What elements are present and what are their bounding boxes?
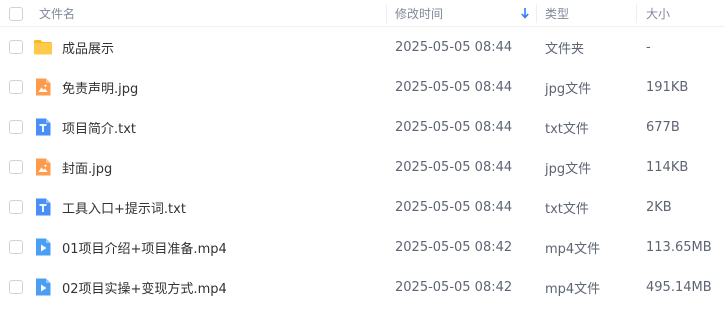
file-size: 114KB xyxy=(646,159,689,175)
file-type: 文件夹 xyxy=(545,41,585,57)
select-all-checkbox[interactable] xyxy=(9,0,23,27)
folder-icon xyxy=(33,37,53,57)
video-file-icon xyxy=(33,237,53,257)
file-row[interactable]: 01项目介绍+项目准备.mp4 2025-05-05 08:42 mp4文件 113.… xyxy=(0,227,725,267)
column-divider[interactable] xyxy=(386,4,387,23)
row-checkbox[interactable] xyxy=(9,27,23,67)
video-file-icon xyxy=(33,277,53,297)
column-divider[interactable] xyxy=(636,4,637,23)
file-size: 677B xyxy=(646,119,680,135)
table-header: 文件名 修改时间 类型 大小 xyxy=(0,0,725,27)
file-type: txt文件 xyxy=(545,121,589,137)
file-size: 113.65MB xyxy=(646,239,712,255)
file-row[interactable]: 封面.jpg 2025-05-05 08:44 jpg文件 114KB xyxy=(0,147,725,187)
file-modified-time: 2025-05-05 08:44 xyxy=(395,119,513,135)
file-type: mp4文件 xyxy=(545,281,601,297)
file-size: - xyxy=(646,39,651,55)
file-row[interactable]: 免责声明.jpg 2025-05-05 08:44 jpg文件 191KB xyxy=(0,67,725,107)
file-type: jpg文件 xyxy=(545,81,592,97)
file-name[interactable]: 01项目介绍+项目准备.mp4 xyxy=(62,227,227,267)
file-row[interactable]: 项目简介.txt 2025-05-05 08:44 txt文件 677B xyxy=(0,107,725,147)
file-name[interactable]: 免责声明.jpg xyxy=(62,67,138,107)
column-divider[interactable] xyxy=(536,4,537,23)
file-size: 495.14MB xyxy=(646,279,712,295)
text-file-icon xyxy=(33,197,53,217)
file-row[interactable]: 02项目实操+变现方式.mp4 2025-05-05 08:42 mp4文件 495.… xyxy=(0,267,725,307)
row-checkbox[interactable] xyxy=(9,107,23,147)
file-modified-time: 2025-05-05 08:44 xyxy=(395,39,513,55)
column-header-size[interactable]: 大小 xyxy=(646,0,670,27)
text-file-icon xyxy=(33,117,53,137)
column-header-type[interactable]: 类型 xyxy=(545,0,569,27)
file-name[interactable]: 封面.jpg xyxy=(62,147,112,187)
file-modified-time: 2025-05-05 08:42 xyxy=(395,279,513,295)
file-type: jpg文件 xyxy=(545,161,592,177)
file-type: txt文件 xyxy=(545,201,589,217)
file-row[interactable]: 工具入口+提示词.txt 2025-05-05 08:44 txt文件 2KB xyxy=(0,187,725,227)
file-name[interactable]: 项目简介.txt xyxy=(62,107,136,147)
file-name[interactable]: 02项目实操+变现方式.mp4 xyxy=(62,267,227,307)
file-name[interactable]: 成品展示 xyxy=(62,27,114,67)
file-row[interactable]: 成品展示 2025-05-05 08:44 文件夹 - xyxy=(0,27,725,67)
file-list-table: 文件名 修改时间 类型 大小 成品展示 2025-05-05 08:44 文件夹 - 免… xyxy=(0,0,725,312)
file-modified-time: 2025-05-05 08:44 xyxy=(395,159,513,175)
file-modified-time: 2025-05-05 08:44 xyxy=(395,199,513,215)
image-file-icon xyxy=(33,77,53,97)
file-type: mp4文件 xyxy=(545,241,601,257)
row-checkbox[interactable] xyxy=(9,227,23,267)
file-modified-time: 2025-05-05 08:42 xyxy=(395,239,513,255)
column-header-modified[interactable]: 修改时间 xyxy=(395,0,443,27)
file-name[interactable]: 工具入口+提示词.txt xyxy=(62,187,186,227)
column-header-name[interactable]: 文件名 xyxy=(39,0,75,27)
row-checkbox[interactable] xyxy=(9,267,23,307)
row-checkbox[interactable] xyxy=(9,67,23,107)
sort-down-arrow-icon[interactable] xyxy=(520,6,530,20)
file-size: 191KB xyxy=(646,79,689,95)
file-modified-time: 2025-05-05 08:44 xyxy=(395,79,513,95)
row-checkbox[interactable] xyxy=(9,187,23,227)
image-file-icon xyxy=(33,157,53,177)
row-checkbox[interactable] xyxy=(9,147,23,187)
file-size: 2KB xyxy=(646,199,672,215)
